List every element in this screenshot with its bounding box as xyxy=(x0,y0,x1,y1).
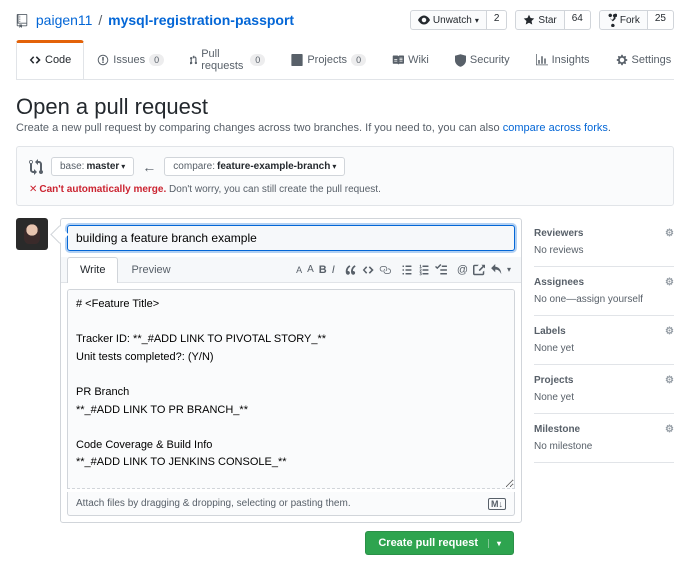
tab-insights[interactable]: Insights xyxy=(523,40,603,79)
tab-pulls[interactable]: Pull requests 0 xyxy=(177,40,278,79)
repo-name-link[interactable]: mysql-registration-passport xyxy=(108,12,294,28)
compare-icon xyxy=(29,159,43,175)
caret-down-icon: ▾ xyxy=(507,265,511,274)
crossref-icon[interactable] xyxy=(473,264,485,276)
repo-owner-link[interactable]: paigen11 xyxy=(36,12,93,28)
create-pr-button[interactable]: Create pull request ▾ xyxy=(365,531,514,555)
quote-icon[interactable] xyxy=(345,264,357,276)
gear-icon: ⚙ xyxy=(665,277,674,288)
compare-branch-select[interactable]: compare: feature-example-branch ▾ xyxy=(164,157,345,176)
pr-title-input[interactable] xyxy=(67,225,515,251)
unwatch-button[interactable]: Unwatch ▾ xyxy=(410,10,487,30)
tasklist-icon[interactable] xyxy=(435,264,447,276)
repo-nav: Code Issues 0 Pull requests 0 Projects 0… xyxy=(16,40,674,80)
tab-wiki[interactable]: Wiki xyxy=(379,40,442,79)
tab-security[interactable]: Security xyxy=(442,40,523,79)
star-count[interactable]: 64 xyxy=(565,10,591,30)
pr-body-textarea[interactable] xyxy=(67,289,515,489)
repo-icon xyxy=(16,14,28,28)
tab-issues[interactable]: Issues 0 xyxy=(84,40,177,79)
milestone-value: No milestone xyxy=(534,441,674,452)
compare-forks-link[interactable]: compare across forks xyxy=(503,122,608,134)
eye-icon xyxy=(418,14,430,26)
reviewers-value: No reviews xyxy=(534,245,674,256)
ul-icon[interactable] xyxy=(401,264,413,276)
fork-count[interactable]: 25 xyxy=(648,10,674,30)
tab-preview[interactable]: Preview xyxy=(118,257,183,282)
base-branch-select[interactable]: base: master ▾ xyxy=(51,157,134,176)
fork-icon xyxy=(607,13,617,27)
page-subtitle: Create a new pull request by comparing c… xyxy=(16,122,674,134)
caret-down-icon: ▾ xyxy=(475,16,479,25)
fork-button[interactable]: Fork xyxy=(599,10,648,30)
ol-icon[interactable] xyxy=(418,264,430,276)
star-icon xyxy=(523,14,535,26)
gear-icon: ⚙ xyxy=(665,326,674,337)
issue-icon xyxy=(97,54,109,66)
pr-icon xyxy=(190,53,197,67)
avatar[interactable] xyxy=(16,218,48,250)
project-icon xyxy=(291,54,303,66)
assignees-value[interactable]: No one—assign yourself xyxy=(534,294,674,305)
gear-icon: ⚙ xyxy=(665,424,674,435)
assignees-header[interactable]: Assignees⚙ xyxy=(534,277,674,288)
code-icon[interactable] xyxy=(362,264,374,276)
star-button[interactable]: Star xyxy=(515,10,564,30)
labels-header[interactable]: Labels⚙ xyxy=(534,326,674,337)
heading-icon[interactable]: A xyxy=(296,265,302,275)
caret-down-icon: ▾ xyxy=(121,162,125,171)
italic-icon[interactable]: I xyxy=(332,264,335,276)
gear-icon: ⚙ xyxy=(665,228,674,239)
tab-projects[interactable]: Projects 0 xyxy=(278,40,379,79)
gear-icon xyxy=(616,54,628,66)
reviewers-header[interactable]: Reviewers⚙ xyxy=(534,228,674,239)
markdown-icon[interactable]: M↓ xyxy=(488,498,506,510)
caret-down-icon[interactable]: ▾ xyxy=(488,539,501,548)
watch-count[interactable]: 2 xyxy=(487,10,508,30)
projects-value: None yet xyxy=(534,392,674,403)
tab-settings[interactable]: Settings xyxy=(603,40,685,79)
labels-value: None yet xyxy=(534,343,674,354)
arrow-icon: ← xyxy=(142,159,156,175)
tab-write[interactable]: Write xyxy=(67,257,118,283)
caret-down-icon: ▾ xyxy=(332,162,336,171)
gear-icon: ⚙ xyxy=(665,375,674,386)
merge-status: ✕Can't automatically merge. Don't worry,… xyxy=(29,184,661,195)
attach-hint[interactable]: Attach files by dragging & dropping, sel… xyxy=(67,492,515,516)
page-title: Open a pull request xyxy=(16,94,674,120)
tab-code[interactable]: Code xyxy=(16,40,84,79)
bold-icon[interactable]: B xyxy=(319,264,327,276)
repo-title: paigen11 / mysql-registration-passport xyxy=(16,12,294,28)
md-toolbar: AA B I xyxy=(296,264,515,276)
saved-reply-icon[interactable] xyxy=(490,264,502,276)
x-icon: ✕ xyxy=(29,184,37,195)
code-icon xyxy=(29,54,41,66)
milestone-header[interactable]: Milestone⚙ xyxy=(534,424,674,435)
mention-icon[interactable]: @ xyxy=(457,264,468,276)
graph-icon xyxy=(536,54,548,66)
shield-icon xyxy=(455,54,466,67)
link-icon[interactable] xyxy=(379,264,391,276)
book-icon xyxy=(392,54,404,66)
range-editor: base: master ▾ ← compare: feature-exampl… xyxy=(16,146,674,206)
projects-header[interactable]: Projects⚙ xyxy=(534,375,674,386)
